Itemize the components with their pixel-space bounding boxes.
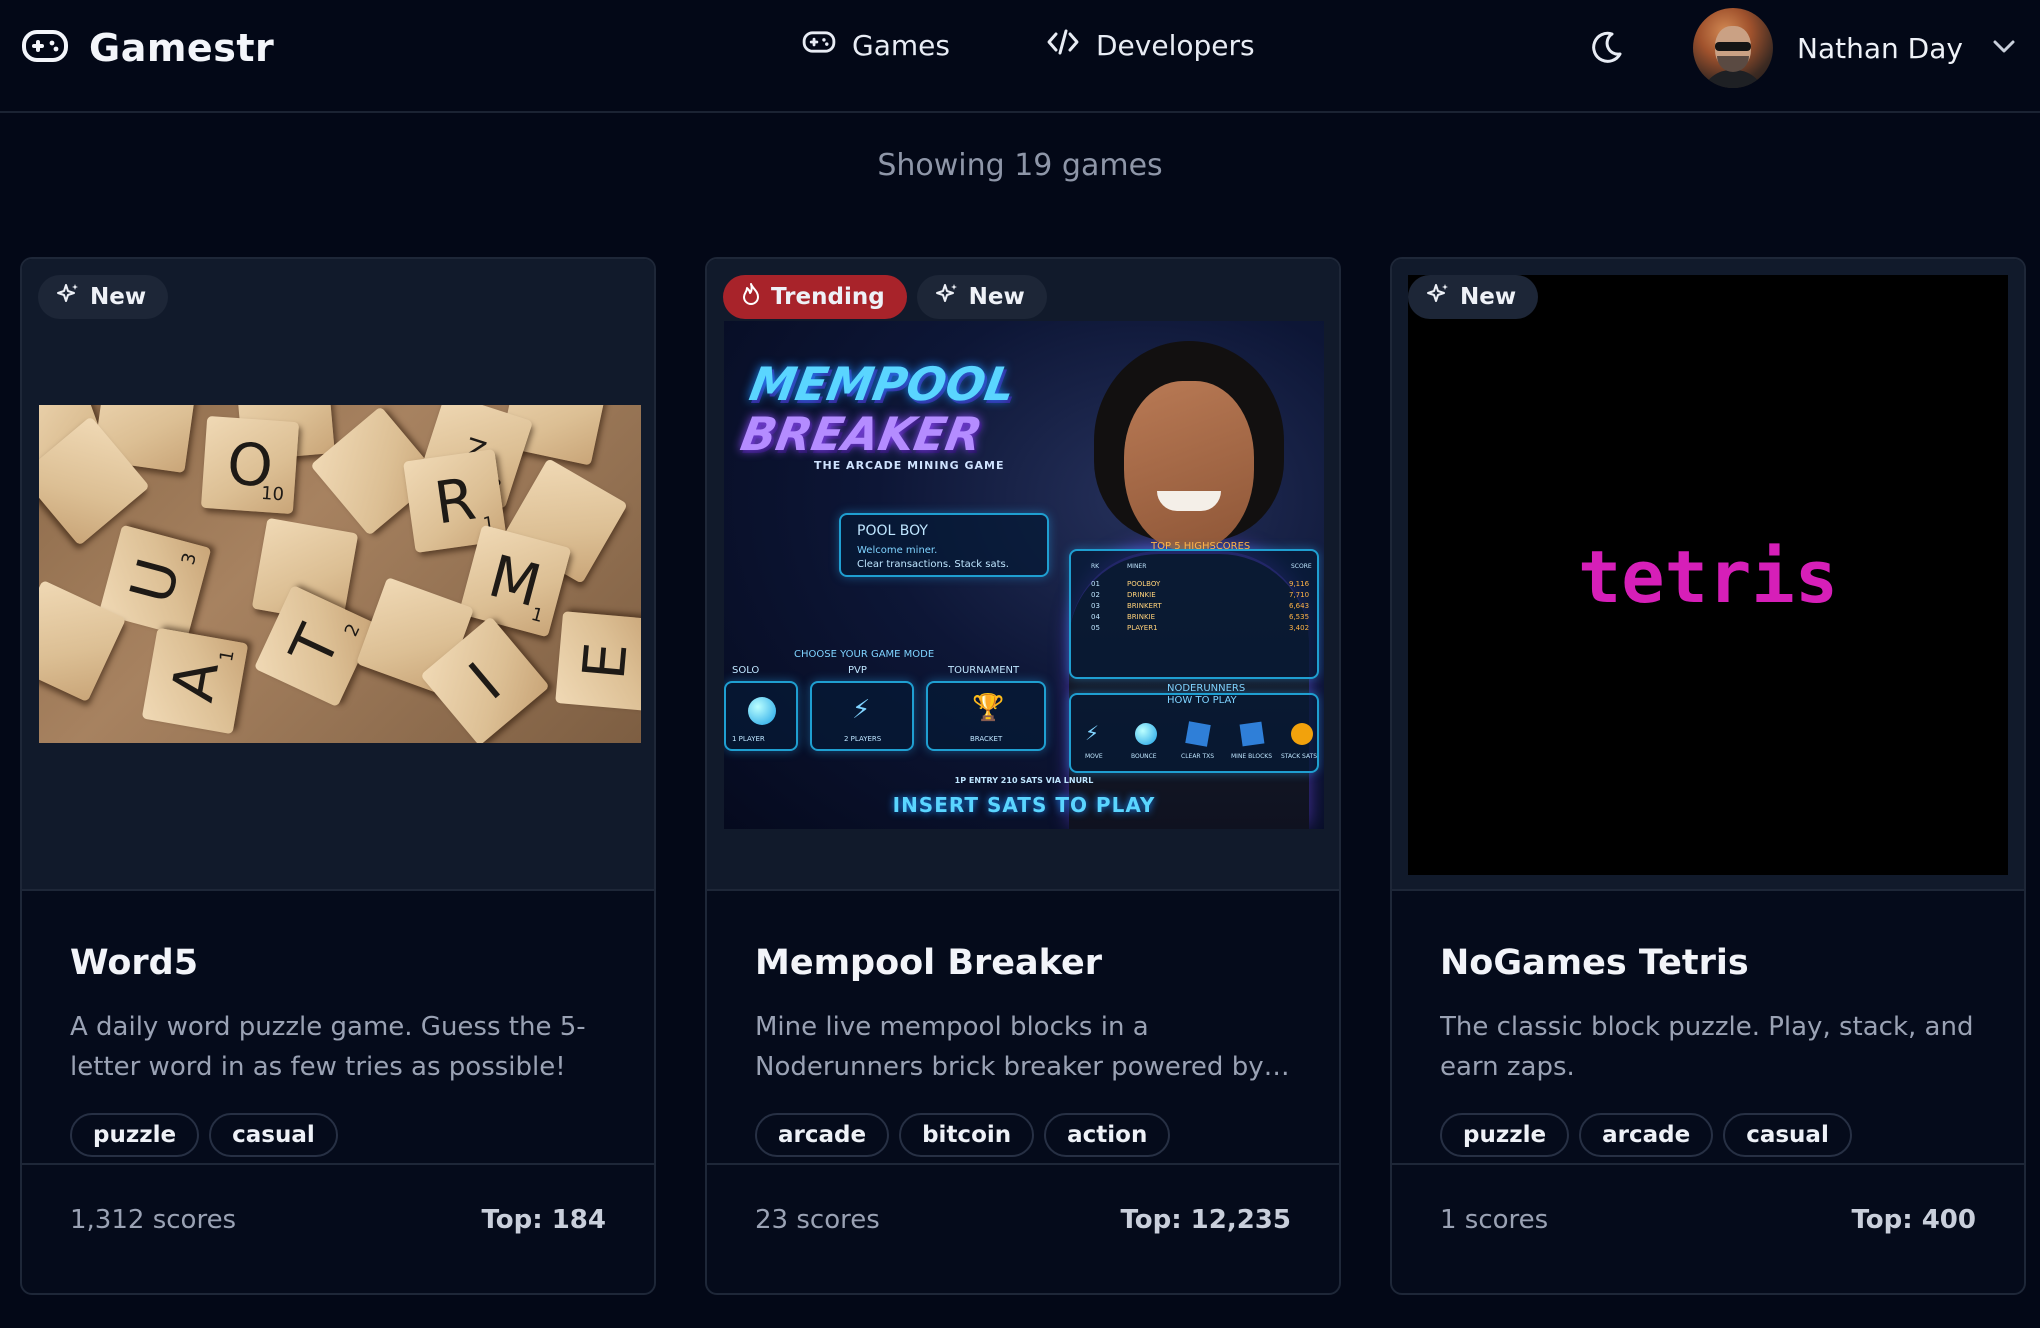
tile-letter: T (276, 615, 354, 677)
pool-boy-panel: POOL BOY Welcome miner. Clear transactio… (839, 513, 1049, 577)
moon-icon (1588, 31, 1624, 70)
tag[interactable]: arcade (1579, 1113, 1714, 1157)
tag[interactable]: puzzle (70, 1113, 200, 1157)
game-card-nogames-tetris[interactable]: tetris New NoGames Tetris The classic bl… (1390, 257, 2026, 1295)
brand-name: Gamestr (89, 26, 275, 70)
tile-letter: I (456, 649, 514, 713)
gamepad-icon (802, 27, 836, 64)
tile-letter: E (569, 639, 641, 683)
artwork-title: MEMPOOL BREAKER (736, 357, 1020, 461)
tile-point-value: 2 (340, 620, 365, 640)
score-count: 1,312 scores (70, 1205, 237, 1235)
tag-list: puzzle arcade casual (1440, 1113, 1852, 1157)
artwork-subtitle: THE ARCADE MINING GAME (814, 459, 1005, 472)
scrabble-tiles-image: O10 Z3 R1 U3 M1 A1 T2 I E (39, 405, 641, 743)
new-badge: New (916, 275, 1047, 319)
tile-point-value: 3 (177, 550, 202, 568)
brand-link[interactable]: Gamestr (21, 26, 274, 70)
game-thumbnail[interactable]: New O10 Z3 R1 U3 M1 A1 T2 I E (22, 259, 654, 891)
card-footer: 1 scores Top: 400 (1392, 1163, 2024, 1293)
tag[interactable]: arcade (755, 1113, 890, 1157)
insert-sats-text: INSERT SATS TO PLAY (892, 793, 1156, 817)
game-description: The classic block puzzle. Play, stack, a… (1440, 1012, 1974, 1082)
game-title[interactable]: NoGames Tetris (1440, 943, 1749, 983)
game-title[interactable]: Word5 (70, 943, 198, 983)
mode-heading: CHOOSE YOUR GAME MODE (794, 649, 935, 660)
top-score: Top: 184 (481, 1205, 606, 1235)
highscore-scores: 9,116 7,710 6,643 6,535 3,402 (1289, 580, 1310, 632)
panel-title: POOL BOY (857, 523, 928, 539)
flame-icon (741, 282, 761, 312)
user-name: Nathan Day (1797, 31, 1963, 65)
game-card-mempool-breaker[interactable]: Trending New MEMPOOL BREAKER THE ARCADE … (705, 257, 1341, 1295)
new-badge: New (1408, 275, 1539, 319)
top-nav-bar: Gamestr Games Developers Nathan Day (0, 0, 2040, 113)
avatar (1693, 8, 1773, 88)
badge-list: New (38, 275, 169, 319)
games-count: Showing 19 games (877, 148, 1163, 183)
trending-badge: Trending (723, 275, 907, 319)
entry-text: 1P ENTRY 210 SATS VIA LNURL (954, 776, 1094, 785)
score-count: 23 scores (755, 1205, 880, 1235)
new-badge: New (38, 275, 169, 319)
tile-letter: R (430, 464, 480, 538)
badge-label: Trending (771, 284, 885, 310)
tile-point-value: 10 (260, 482, 285, 506)
tag-list: arcade bitcoin action (755, 1113, 1171, 1157)
tile: O 10 (200, 415, 300, 515)
top-score: Top: 12,235 (1120, 1205, 1291, 1235)
sparkles-icon (1426, 282, 1450, 312)
tag[interactable]: casual (209, 1113, 338, 1157)
mode-pvp: PVP ⚡ 2 PLAYERS (810, 665, 914, 751)
panel-line: Welcome miner. (857, 545, 938, 556)
game-description: Mine live mempool blocks in a Noderunner… (755, 1012, 1290, 1082)
tetris-artwork: tetris (1408, 275, 2008, 875)
top-score: Top: 400 (1851, 1205, 1976, 1235)
game-thumbnail[interactable]: tetris New (1392, 259, 2024, 891)
nav-developers[interactable]: Developers (1046, 27, 1255, 64)
game-title[interactable]: Mempool Breaker (755, 943, 1102, 983)
gamepad-icon (21, 26, 69, 70)
badge-label: New (968, 284, 1025, 310)
badge-label: New (90, 284, 147, 310)
highscore-miners: POOLBOY DRINKIE BRINKERT BRINKIE PLAYER1 (1127, 580, 1162, 632)
badge-list: Trending New (723, 275, 1047, 319)
mode-tournament: TOURNAMENT 🏆 BRACKET (926, 665, 1046, 751)
tile-point-value: 1 (216, 648, 239, 664)
tag[interactable]: action (1044, 1113, 1171, 1157)
card-footer: 1,312 scores Top: 184 (22, 1163, 654, 1293)
badge-list: New (1408, 275, 1539, 319)
panel-line: Clear transactions. Stack sats. (857, 559, 1009, 570)
tag-list: puzzle casual (70, 1113, 338, 1157)
code-icon (1046, 27, 1080, 64)
how-to-play-panel: NODERUNNERS HOW TO PLAY ⚡ MOVE BOUNCE CL… (1069, 683, 1319, 773)
nav-games-label: Games (852, 29, 950, 62)
mempool-breaker-artwork: MEMPOOL BREAKER THE ARCADE MINING GAME P… (724, 321, 1324, 829)
score-count: 1 scores (1440, 1205, 1549, 1235)
tag[interactable]: bitcoin (899, 1113, 1035, 1157)
nav-developers-label: Developers (1096, 29, 1255, 62)
tetris-logo-text: tetris (1577, 535, 1839, 619)
card-footer: 23 scores Top: 12,235 (707, 1163, 1339, 1293)
tile: A1 (141, 627, 249, 735)
tile-letter: A (158, 655, 232, 707)
game-card-word5[interactable]: New O10 Z3 R1 U3 M1 A1 T2 I E Word5 A da (20, 257, 656, 1295)
game-description: A daily word puzzle game. Guess the 5-le… (70, 1012, 586, 1082)
game-thumbnail[interactable]: Trending New MEMPOOL BREAKER THE ARCADE … (707, 259, 1339, 891)
theme-toggle-button[interactable] (1588, 30, 1624, 70)
tile: E (555, 611, 641, 711)
sparkles-icon (56, 282, 80, 312)
tag[interactable]: puzzle (1440, 1113, 1570, 1157)
nav-games[interactable]: Games (802, 27, 950, 64)
tag[interactable]: casual (1723, 1113, 1852, 1157)
sparkles-icon (935, 282, 959, 312)
user-menu-button[interactable]: Nathan Day (1693, 8, 2015, 88)
mode-solo: SOLO 1 PLAYER (724, 665, 798, 751)
badge-label: New (1460, 284, 1517, 310)
chevron-down-icon (1993, 39, 2015, 58)
highscores-panel: TOP 5 HIGHSCORES RK MINER SCORE 01 02 03 04… (1069, 541, 1319, 679)
highscore-ranks: 01 02 03 04 05 (1091, 580, 1100, 632)
